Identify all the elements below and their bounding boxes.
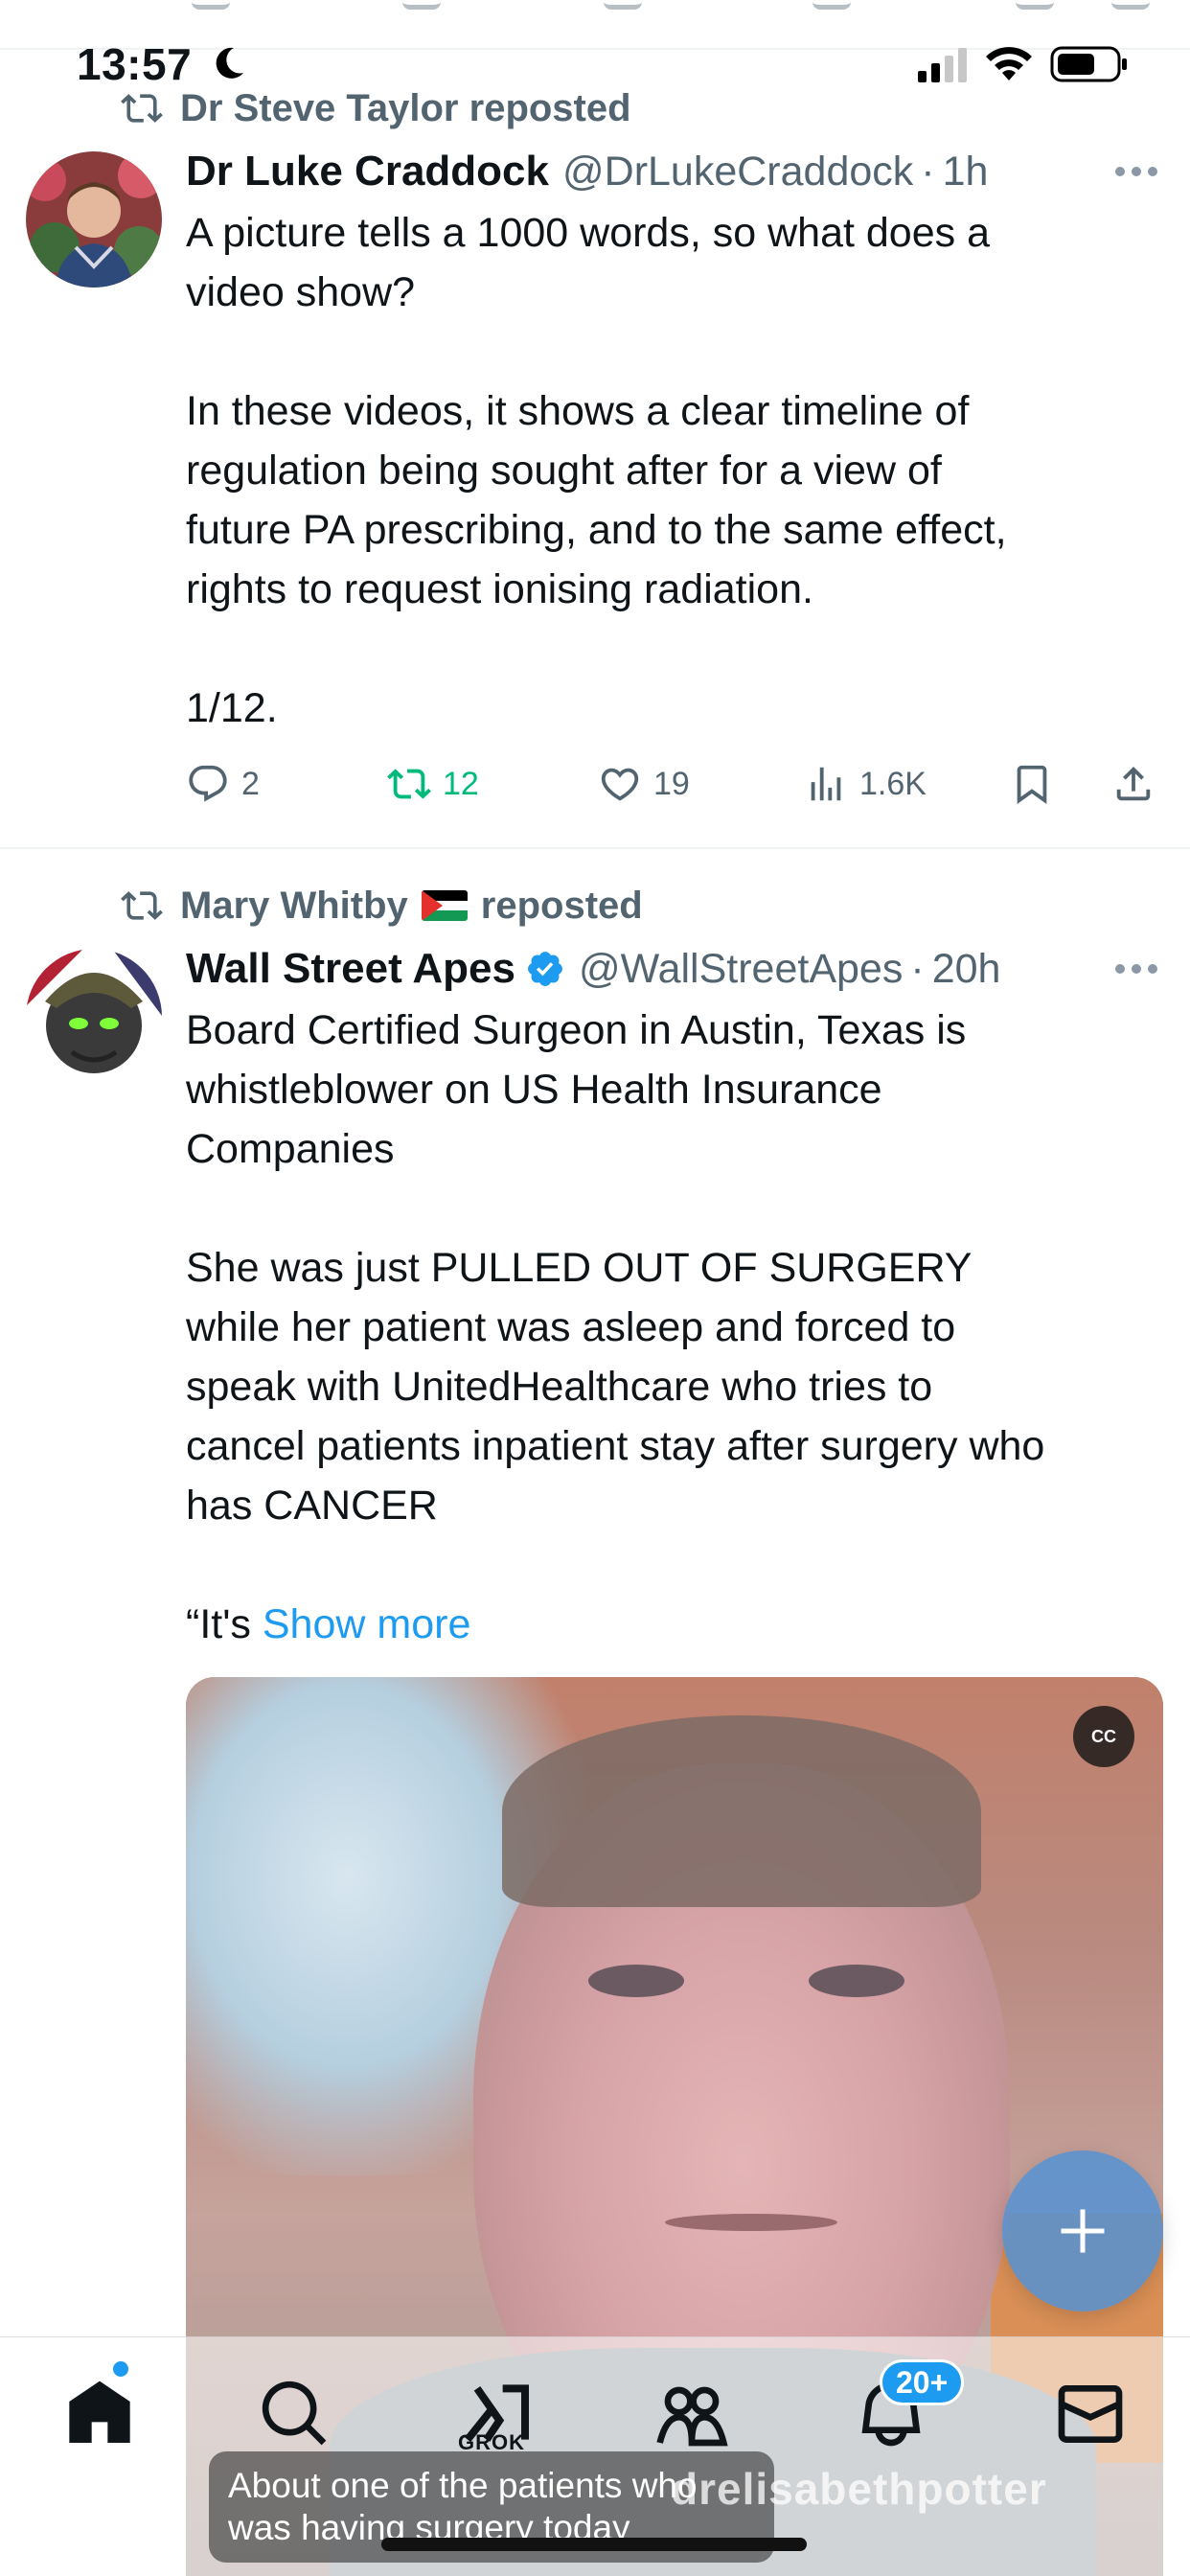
- like-count: 19: [653, 765, 690, 802]
- tweet-header: Dr Luke Craddock @DrLukeCraddock · 1h: [186, 144, 1152, 199]
- reposted-label: reposted: [469, 86, 631, 129]
- envelope-icon: [1058, 2385, 1123, 2443]
- tweet-age[interactable]: 1h: [943, 149, 989, 196]
- heart-icon: [601, 768, 639, 801]
- repost-attribution[interactable]: Mary Whitby reposted: [121, 882, 643, 930]
- author-name[interactable]: Wall Street Apes: [186, 945, 515, 993]
- author-handle[interactable]: @DrLukeCraddock: [562, 149, 913, 196]
- repost-icon: [121, 891, 163, 920]
- tweet-header: Wall Street Apes @WallStreetApes · 20h: [186, 941, 1152, 997]
- show-more-link[interactable]: Show more: [263, 1601, 470, 1647]
- avatar[interactable]: [26, 151, 162, 288]
- home-indicator: [381, 2538, 807, 2551]
- repost-icon: [121, 94, 163, 123]
- communities-icon: [656, 2386, 728, 2447]
- repost-button[interactable]: 12: [387, 755, 479, 813]
- bookmark-icon: [1017, 765, 1047, 804]
- home-icon: [69, 2380, 130, 2443]
- closed-captions-button[interactable]: CC: [1073, 1706, 1134, 1767]
- tweet-divider: [0, 847, 1190, 849]
- share-icon: [1116, 766, 1151, 801]
- reposted-by-name: Dr Steve Taylor: [180, 86, 459, 129]
- tweet-actions: 2 12 19 1.6K: [186, 755, 1163, 813]
- views-count: 1.6K: [859, 765, 927, 802]
- views-icon: [811, 767, 841, 801]
- share-button[interactable]: [1111, 755, 1167, 813]
- tab-search[interactable]: [257, 2376, 333, 2452]
- bookmark-button[interactable]: [1010, 755, 1065, 813]
- tab-home[interactable]: [61, 2376, 138, 2452]
- tweet-age[interactable]: 20h: [932, 946, 1001, 993]
- tweet-body-text: Board Certified Surgeon in Austin, Texas…: [186, 1007, 1045, 1647]
- repost-attribution[interactable]: Dr Steve Taylor reposted: [121, 84, 631, 132]
- reply-button[interactable]: 2: [186, 755, 260, 813]
- views-button[interactable]: 1.6K: [804, 755, 927, 813]
- avatar[interactable]: [26, 949, 162, 1085]
- home-unread-dot: [113, 2361, 128, 2377]
- repost-count: 12: [443, 765, 479, 802]
- verified-badge-icon: [528, 952, 562, 986]
- plus-icon: [1061, 2209, 1105, 2253]
- reply-count: 2: [241, 765, 260, 802]
- more-options-icon[interactable]: [1115, 167, 1157, 178]
- palestine-flag-emoji: [421, 890, 468, 921]
- like-button[interactable]: 19: [598, 755, 690, 813]
- notifications-badge: 20+: [880, 2359, 965, 2405]
- repost-icon: [387, 769, 431, 799]
- separator: ·: [921, 148, 935, 195]
- reply-icon: [189, 765, 227, 802]
- author-name[interactable]: Dr Luke Craddock: [186, 148, 549, 196]
- more-options-icon[interactable]: [1115, 964, 1157, 976]
- video-watermark: drelisabethpotter: [671, 2464, 1047, 2514]
- tweet-craddock[interactable]: Dr Steve Taylor reposted Dr Luke Craddoc…: [0, 0, 1190, 847]
- separator: ·: [910, 945, 925, 992]
- compose-button[interactable]: [1002, 2150, 1163, 2312]
- tab-communities[interactable]: [653, 2376, 730, 2452]
- author-handle[interactable]: @WallStreetApes: [579, 946, 903, 993]
- tab-messages[interactable]: [1052, 2376, 1129, 2452]
- reposted-by-name: Mary Whitby: [180, 884, 408, 927]
- tweet-body: A picture tells a 1000 words, so what do…: [186, 210, 1007, 731]
- reposted-label: reposted: [480, 884, 643, 927]
- search-icon: [262, 2380, 327, 2446]
- tweet-body: Board Certified Surgeon in Austin, Texas…: [186, 1000, 1163, 1654]
